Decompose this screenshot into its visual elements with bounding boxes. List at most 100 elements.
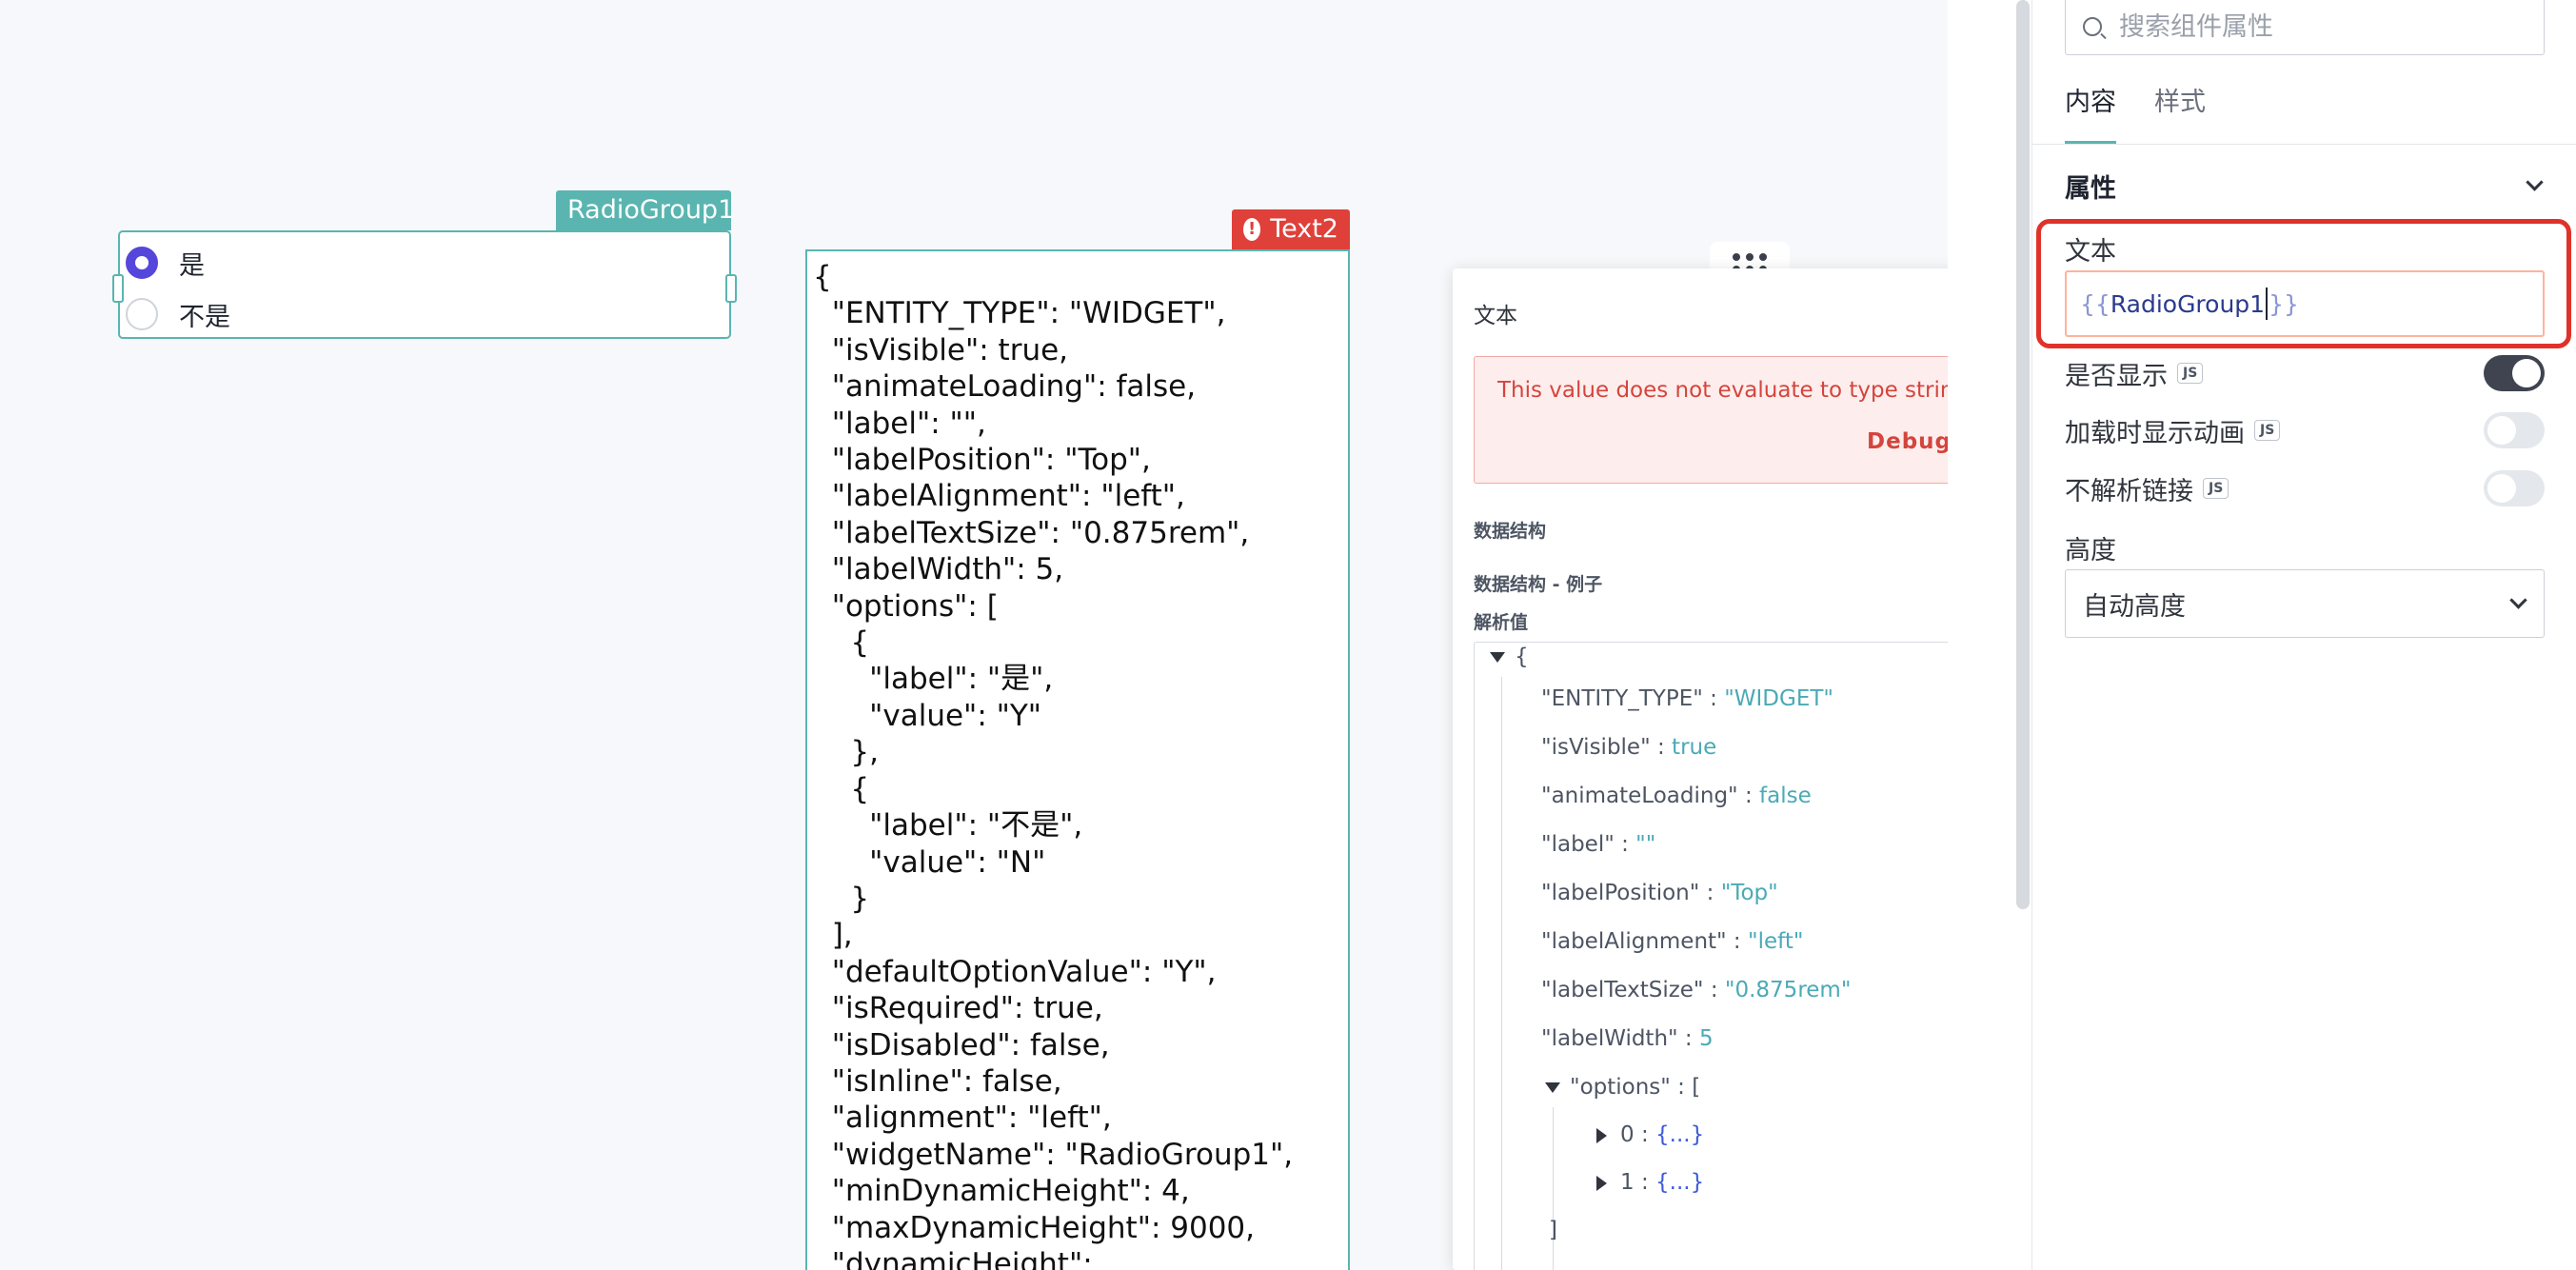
animate-loading-toggle[interactable] [2484, 412, 2545, 448]
section-schema[interactable]: 数据结构 [1474, 510, 1948, 548]
radio-option[interactable]: 是 [126, 242, 205, 284]
json-key: "isVisible" [1541, 735, 1651, 760]
divider [2032, 144, 2576, 145]
resize-handle-right[interactable] [725, 274, 737, 303]
prop-animate-text: 加载时显示动画 [2065, 418, 2245, 448]
caret-right-icon[interactable] [1596, 1175, 1607, 1191]
tree-guide-line [1501, 677, 1502, 1270]
radio-option-label: 不是 [179, 302, 230, 332]
json-separator: : [1677, 1026, 1699, 1051]
json-key: "labelAlignment" [1541, 929, 1727, 954]
text-widget-name-tag[interactable]: ! Text2 [1232, 209, 1350, 249]
json-collapsed-object[interactable]: {...} [1655, 1122, 1704, 1147]
height-select-value: 自动高度 [2083, 591, 2186, 622]
text-widget-content: { "ENTITY_TYPE": "WIDGET", "isVisible": … [813, 260, 1294, 1270]
json-key: "labelWidth" [1541, 1026, 1678, 1051]
prop-animate-label: 加载时显示动画 JS [2065, 412, 2281, 449]
section-properties-header[interactable]: 属性 [2065, 168, 2544, 205]
json-open-brace: { [1515, 645, 1529, 669]
prop-links-row: 不解析链接 JS [2065, 467, 2545, 509]
binding-expression: RadioGroup1 [2110, 289, 2266, 318]
height-label: 高度 [2065, 536, 2116, 566]
tab-style[interactable]: 样式 [2154, 82, 2206, 145]
radio-group-name-tag[interactable]: RadioGroup1 [556, 190, 734, 230]
radio-button-unchecked[interactable] [126, 298, 158, 330]
json-array-item[interactable]: 0 : {...} [1596, 1122, 1704, 1147]
popup-title: 文本 [1474, 304, 1517, 328]
property-search-input[interactable] [2119, 11, 2519, 42]
visible-toggle[interactable] [2484, 355, 2545, 391]
section-schema-label: 数据结构 [1474, 520, 1547, 542]
js-toggle-button[interactable]: JS [2203, 478, 2229, 499]
json-separator: : [1699, 881, 1721, 905]
json-open-bracket: : [ [1670, 1075, 1701, 1100]
chevron-down-icon [2509, 590, 2527, 609]
json-options-node[interactable]: "options" : [ [1545, 1075, 1700, 1100]
prop-visible-label: 是否显示 JS [2065, 355, 2204, 392]
radio-button-checked[interactable] [126, 247, 158, 279]
json-key: "labelTextSize" [1541, 978, 1704, 1002]
debug-label: Debug [1867, 429, 1948, 454]
json-separator: : [1634, 1170, 1656, 1195]
json-key: "ENTITY_TYPE" [1541, 686, 1703, 711]
caret-down-icon[interactable] [1545, 1082, 1560, 1093]
error-message: This value does not evaluate to type str… [1497, 378, 1948, 403]
json-entry: "labelWidth" : 5 [1541, 1026, 1714, 1051]
js-toggle-button[interactable]: JS [2177, 363, 2204, 384]
prop-visible-row: 是否显示 JS [2065, 352, 2545, 394]
json-value: "WIDGET" [1724, 686, 1834, 711]
section-evaluated[interactable]: 解析值 [1474, 602, 1948, 640]
radio-option[interactable]: 不是 [126, 293, 230, 335]
caret-right-icon[interactable] [1596, 1127, 1607, 1143]
editor-canvas[interactable]: RadioGroup1 是 不是 ! Text2 { "ENTITY_TYPE"… [0, 0, 1948, 1270]
debug-button[interactable]: Debug [1867, 429, 1948, 454]
radio-group-widget[interactable]: 是 不是 [112, 230, 737, 339]
json-separator: : [1737, 784, 1760, 808]
binding-close-brace: }} [2269, 289, 2299, 318]
error-box: This value does not evaluate to type str… [1474, 356, 1948, 484]
js-toggle-button[interactable]: JS [2254, 420, 2281, 441]
section-properties-title: 属性 [2065, 174, 2116, 204]
json-separator: : [1702, 686, 1725, 711]
tab-content[interactable]: 内容 [2065, 82, 2116, 145]
section-evaluated-label: 解析值 [1474, 611, 1529, 633]
json-separator: : [1614, 832, 1636, 857]
json-value: 5 [1698, 1026, 1714, 1051]
json-entry: "labelPosition" : "Top" [1541, 881, 1778, 905]
property-search[interactable] [2065, 0, 2545, 55]
json-root[interactable]: { [1490, 645, 1529, 669]
height-select[interactable]: 自动高度 [2065, 569, 2545, 638]
text-cursor [2266, 288, 2269, 320]
resize-handle-left[interactable] [112, 274, 124, 303]
property-panel: 内容 样式 属性 文本 {{RadioGroup1}} 是否显示 JS 加载时显… [2031, 0, 2576, 1270]
json-entry: "labelAlignment" : "left" [1541, 929, 1803, 954]
text-widget[interactable]: { "ENTITY_TYPE": "WIDGET", "isVisible": … [805, 249, 1350, 1270]
json-entry: "ENTITY_TYPE" : "WIDGET" [1541, 686, 1833, 711]
json-value: "0.875rem" [1724, 978, 1852, 1002]
canvas-scrollbar[interactable] [2016, 0, 2030, 909]
json-value: true [1672, 735, 1717, 760]
json-separator: : [1703, 978, 1725, 1002]
json-entry: "label" : "" [1541, 832, 1655, 857]
text-widget-name: Text2 [1270, 214, 1338, 244]
caret-down-icon[interactable] [1490, 652, 1505, 663]
binding-open-brace: {{ [2080, 289, 2110, 318]
section-schema-example[interactable]: 数据结构 - 例子 [1474, 564, 1948, 602]
json-close-bracket: ] [1549, 1218, 1557, 1242]
tree-guide-line [1553, 1107, 1554, 1270]
json-entry: "labelTextSize" : "0.875rem" [1541, 978, 1851, 1002]
json-collapsed-object[interactable]: {...} [1655, 1170, 1704, 1195]
json-index: 0 [1620, 1122, 1635, 1147]
disable-link-toggle[interactable] [2484, 470, 2545, 506]
json-entry: "isVisible" : true [1541, 735, 1716, 760]
panel-tabs: 内容 样式 [2065, 82, 2206, 145]
text-property-editor[interactable]: {{RadioGroup1}} [2065, 270, 2545, 337]
json-key: "labelPosition" [1541, 881, 1700, 905]
chevron-down-icon [2526, 173, 2544, 191]
search-icon [2083, 17, 2102, 36]
json-index: 1 [1620, 1170, 1635, 1195]
prop-visible-text: 是否显示 [2065, 361, 2168, 391]
json-array-item[interactable]: 1 : {...} [1596, 1170, 1704, 1195]
json-value: "" [1635, 832, 1656, 857]
warning-icon: ! [1243, 218, 1261, 241]
